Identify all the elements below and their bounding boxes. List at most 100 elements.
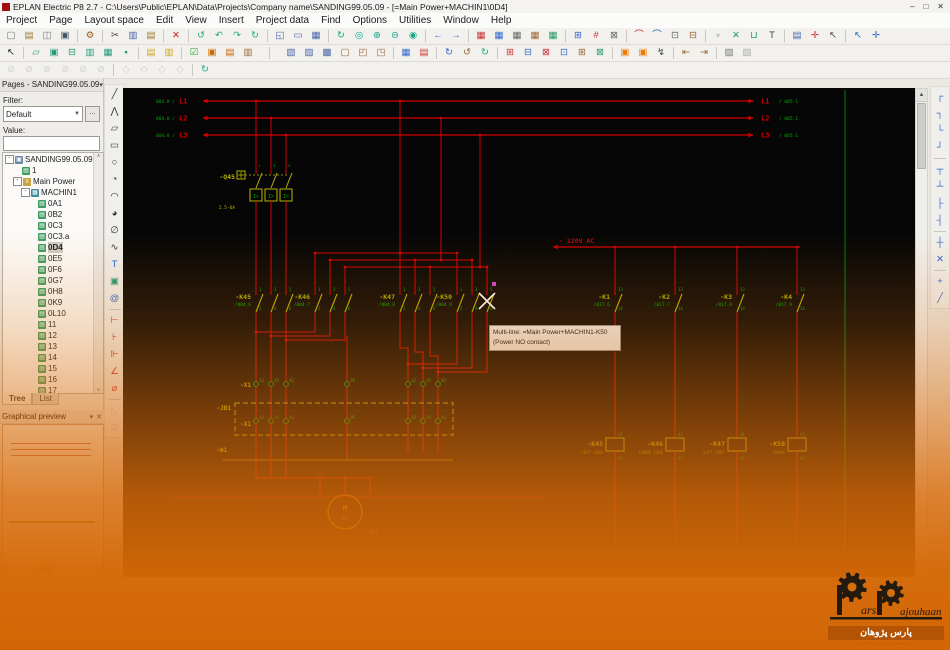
pages-panel-header[interactable]: Pages - SANDING99.05.09 ▾ ✕ [0,78,103,92]
tree-item-0e5[interactable]: ▤0E5 [4,253,94,264]
device-navigator-icon[interactable]: ▦ [397,45,415,61]
preview-thumbnail[interactable] [2,424,104,650]
menu-item-help[interactable]: Help [485,13,518,28]
terminal-strip-tool-icon[interactable]: ⊟ [63,45,81,61]
align-stack-icon[interactable]: ▤ [788,28,806,44]
placeholder-b-icon[interactable]: ▣ [634,45,652,61]
tree-item-16[interactable]: ▤16 [4,374,94,385]
tree-item-0g7[interactable]: ▤0G7 [4,275,94,286]
baseline-dimension-icon[interactable]: ⊩ [106,346,123,363]
potential-tool-icon[interactable]: ↯ [652,45,670,61]
open-project-icon[interactable]: ▤ [20,28,38,44]
connections-2-icon[interactable]: ⊟ [519,45,537,61]
arrow-tool-icon[interactable]: ↖ [824,28,842,44]
settings-icon[interactable]: ⚙ [81,28,99,44]
filter-browse-button[interactable]: … [85,106,100,122]
tree-expander-icon[interactable]: - [5,155,14,164]
menu-item-edit[interactable]: Edit [150,13,179,28]
undo-history-icon[interactable]: ↺ [192,28,210,44]
backup-data-icon[interactable]: ▥ [239,45,257,61]
scroll-up-icon[interactable]: ▲ [916,89,927,102]
connection-point-icon[interactable]: + [932,273,949,290]
macro-box-icon[interactable]: ◰ [354,45,372,61]
design-mode-icon[interactable]: ⊠ [605,28,623,44]
tree-item-0c3-a[interactable]: ▤0C3.a [4,231,94,242]
tree-item-0h8[interactable]: ▤0H8 [4,286,94,297]
grid-size-4-icon[interactable]: ▦ [526,28,544,44]
assign-format-icon[interactable]: ▥ [160,45,178,61]
check-project-icon[interactable]: ☑ [185,45,203,61]
page-back-icon[interactable]: ← [429,28,447,44]
tree-item-1[interactable]: ▤1 [4,165,94,176]
redo-icon[interactable]: ↷ [228,28,246,44]
logic-arc-1-icon[interactable]: ⌒ [630,28,648,44]
menu-item-project[interactable]: Project [0,13,43,28]
canvas-vertical-scrollbar[interactable]: ▲ [915,88,928,577]
plc-box-icon[interactable]: ▥ [81,45,99,61]
selection-pointer-icon[interactable]: ↖ [2,45,20,61]
insert-image-icon[interactable]: ▣ [106,273,123,290]
stretch-tool-icon[interactable]: ✕ [727,28,745,44]
page-properties-icon[interactable]: ◫ [38,28,56,44]
delete-icon[interactable]: ✕ [167,28,185,44]
update-parts-icon[interactable]: ▣ [203,45,221,61]
scale-tool-icon[interactable]: ▫ [709,28,727,44]
tree-item-0k9[interactable]: ▤0K9 [4,297,94,308]
hatch-b-icon[interactable]: ▧ [738,45,756,61]
device-cart-icon[interactable]: ⊔ [745,28,763,44]
tree-item-14[interactable]: ▤14 [4,352,94,363]
draw-circle-arc-icon[interactable]: ◔ [106,171,123,188]
structure-box-icon[interactable]: ▦ [99,45,117,61]
scrollbar-thumb[interactable] [917,103,926,169]
draw-polyline-icon[interactable]: ⋀ [106,103,123,120]
tree-item-0f6[interactable]: ▤0F6 [4,264,94,275]
draw-rectangle-icon[interactable]: ▭ [106,137,123,154]
tab-tree[interactable]: Tree [2,393,32,405]
refresh-preview-icon[interactable]: ↻ [196,62,214,78]
t-node-up-icon[interactable]: ┴ [932,178,949,195]
t-node-right-icon[interactable]: ├ [932,195,949,212]
black-box-icon[interactable]: ▪ [117,45,135,61]
insert-symbol-macro-icon[interactable]: ▨ [300,45,318,61]
move-point-icon[interactable]: ✛ [806,28,824,44]
coordinate-input-icon[interactable]: ✛ [867,28,885,44]
close-button[interactable]: ✕ [937,2,944,11]
dimension-icon[interactable]: ⊢ [106,312,123,329]
snap-to-grid-icon[interactable]: # [587,28,605,44]
tree-item-sanding99-05-09[interactable]: -▣SANDING99.05.09 [4,154,94,165]
panel-collapse-icon[interactable]: ▾ [99,81,103,89]
grid-size-5-icon[interactable]: ▦ [544,28,562,44]
new-page-icon[interactable]: ▢ [2,28,20,44]
panel-collapse-icon[interactable]: ▾ [90,413,94,421]
select-tool-icon[interactable]: ↖ [849,28,867,44]
tree-item-13[interactable]: ▤13 [4,341,94,352]
minimize-button[interactable]: – [910,2,914,11]
insert-text-icon[interactable]: T [106,256,123,273]
radius-dimension-icon[interactable]: ⌀ [106,380,123,397]
create-macro-icon[interactable]: ▢ [336,45,354,61]
connections-5-icon[interactable]: ⊞ [573,45,591,61]
menu-item-utilities[interactable]: Utilities [393,13,437,28]
menu-item-view[interactable]: View [179,13,213,28]
chain-dimension-icon[interactable]: ⊦ [106,329,123,346]
menu-item-find[interactable]: Find [315,13,346,28]
tree-item-0d4[interactable]: ▤0D4 [4,242,94,253]
graphic-edit-icon[interactable]: ⊡ [666,28,684,44]
update-connections-icon[interactable]: ⊠ [591,45,609,61]
sync-back-icon[interactable]: ↺ [458,45,476,61]
connections-1-icon[interactable]: ⊞ [501,45,519,61]
tree-item-0a1[interactable]: ▤0A1 [4,198,94,209]
value-input[interactable] [3,136,100,151]
draw-spline-icon[interactable]: ∿ [106,239,123,256]
insert-table-icon[interactable]: ▦ [307,28,325,44]
tree-expander-icon[interactable]: - [13,177,22,186]
tree-item-11[interactable]: ▤11 [4,319,94,330]
macro-navigator-icon[interactable]: ◳ [372,45,390,61]
draw-line-icon[interactable]: ╱ [106,86,123,103]
insert-symbol-icon[interactable]: ▱ [27,45,45,61]
hatch-a-icon[interactable]: ▨ [720,45,738,61]
scroll-up-icon[interactable]: ∧ [97,153,101,159]
insert-window-macro-icon[interactable]: ▧ [282,45,300,61]
placeholder-a-icon[interactable]: ▣ [616,45,634,61]
draw-polygon-icon[interactable]: ▱ [106,120,123,137]
